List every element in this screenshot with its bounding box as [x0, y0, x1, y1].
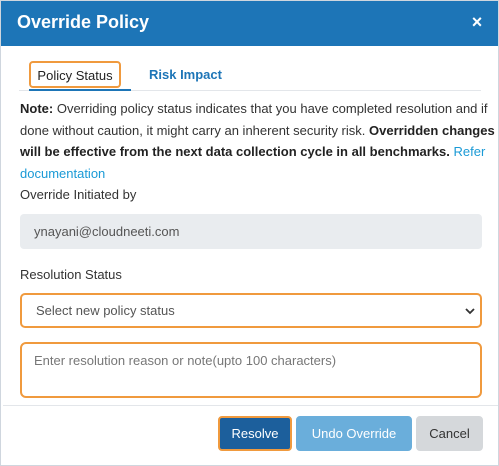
footer-divider	[3, 405, 498, 406]
cancel-button[interactable]: Cancel	[416, 416, 483, 451]
dialog-header: Override Policy ×	[1, 1, 498, 46]
resolution-status-label: Resolution Status	[20, 267, 122, 282]
tab-policy-status[interactable]: Policy Status	[29, 61, 121, 88]
policy-status-select-value: Select new policy status	[36, 303, 175, 318]
override-note: Note: Overriding policy status indicates…	[20, 98, 495, 184]
close-icon[interactable]: ×	[467, 11, 487, 33]
policy-status-select[interactable]: Select new policy status	[20, 293, 482, 328]
resolution-note-input[interactable]: Enter resolution reason or note(upto 100…	[20, 342, 482, 398]
active-tab-indicator	[29, 89, 131, 91]
tab-risk-impact[interactable]: Risk Impact	[149, 61, 239, 88]
override-initiated-label: Override Initiated by	[20, 187, 137, 202]
undo-override-button[interactable]: Undo Override	[296, 416, 412, 451]
resolve-button[interactable]: Resolve	[218, 416, 292, 451]
chevron-down-icon	[465, 308, 475, 315]
note-prefix: Note:	[20, 101, 54, 116]
override-initiated-field: ynayani@cloudneeti.com	[20, 214, 482, 249]
override-policy-dialog: Override Policy × Policy Status Risk Imp…	[0, 0, 499, 466]
tab-bar: Policy Status Risk Impact	[19, 61, 481, 91]
dialog-title: Override Policy	[17, 12, 150, 32]
